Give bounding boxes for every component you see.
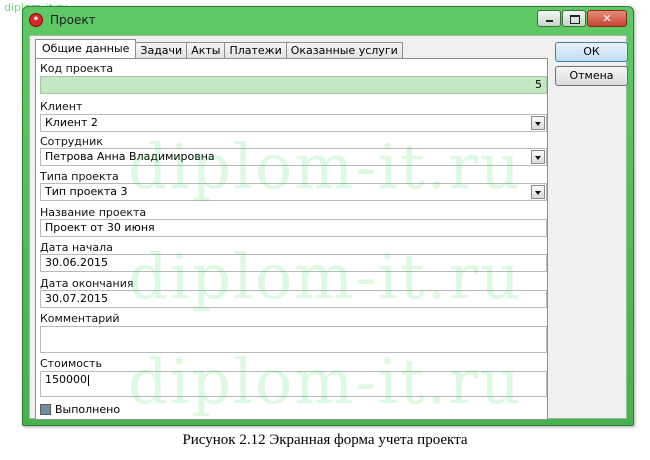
general-tab-panel: Код проекта 5 Клиент Клиент 2 Сотрудник … <box>35 58 548 420</box>
window-title: Проект <box>50 13 96 27</box>
tab-tasks[interactable]: Задачи <box>135 42 188 58</box>
maximize-button[interactable] <box>562 10 586 27</box>
figure-caption: Рисунок 2.12 Экранная форма учета проект… <box>182 432 468 448</box>
employee-value: Петрова Анна Владимировна <box>45 150 215 163</box>
project-code-field: 5 <box>40 76 547 94</box>
employee-dropdown-button[interactable] <box>531 150 545 164</box>
ok-button[interactable]: ОК <box>555 42 628 62</box>
tab-acts[interactable]: Акты <box>186 42 226 58</box>
comment-label: Комментарий <box>40 312 120 325</box>
done-checkbox-row[interactable]: Выполнено <box>40 403 120 416</box>
project-code-label: Код проекта <box>40 62 114 75</box>
project-name-label: Название проекта <box>40 206 147 219</box>
comment-input[interactable] <box>40 326 547 353</box>
window-client-area: Общие данные Задачи Акты Платежи Оказанн… <box>29 35 628 420</box>
window-controls: ✕ <box>536 10 627 30</box>
start-date-label: Дата начала <box>40 241 113 254</box>
client-select[interactable]: Клиент 2 <box>40 114 547 132</box>
end-date-input[interactable]: 30.07.2015 <box>40 290 547 308</box>
chevron-down-icon <box>535 122 541 126</box>
minimize-button[interactable] <box>537 10 561 27</box>
done-label: Выполнено <box>55 403 121 416</box>
project-type-dropdown-button[interactable] <box>531 185 545 199</box>
tab-strip: Общие данные Задачи Акты Платежи Оказанн… <box>35 39 403 58</box>
client-dropdown-button[interactable] <box>531 116 545 130</box>
project-type-value: Тип проекта 3 <box>45 185 128 198</box>
cancel-button[interactable]: Отмена <box>555 66 628 86</box>
cost-value: 150000 <box>45 373 87 386</box>
project-type-select[interactable]: Тип проекта 3 <box>40 183 547 201</box>
project-name-input[interactable]: Проект от 30 июня <box>40 219 547 237</box>
employee-select[interactable]: Петрова Анна Владимировна <box>40 148 547 166</box>
cost-label: Стоимость <box>40 357 102 370</box>
employee-label: Сотрудник <box>40 135 103 148</box>
end-date-label: Дата окончания <box>40 277 134 290</box>
project-window: • Проект ✕ Общие данные Задачи Акты Плат… <box>22 6 634 426</box>
chevron-down-icon <box>535 156 541 160</box>
client-label: Клиент <box>40 100 83 113</box>
cost-input[interactable]: 150000 <box>40 371 547 397</box>
minimize-icon <box>546 20 553 22</box>
project-type-label: Типа проекта <box>40 170 119 183</box>
app-icon: • <box>29 13 43 27</box>
text-cursor <box>88 374 89 386</box>
tab-services[interactable]: Оказанные услуги <box>285 42 403 58</box>
start-date-input[interactable]: 30.06.2015 <box>40 254 547 272</box>
tab-general[interactable]: Общие данные <box>35 39 137 58</box>
chevron-down-icon <box>535 191 541 195</box>
close-icon: ✕ <box>602 12 612 25</box>
title-bar[interactable]: • Проект ✕ <box>23 7 633 35</box>
close-button[interactable]: ✕ <box>587 10 627 27</box>
tab-payments[interactable]: Платежи <box>224 42 287 58</box>
done-checkbox[interactable] <box>40 404 51 415</box>
client-value: Клиент 2 <box>45 116 98 129</box>
maximize-icon <box>570 15 580 24</box>
